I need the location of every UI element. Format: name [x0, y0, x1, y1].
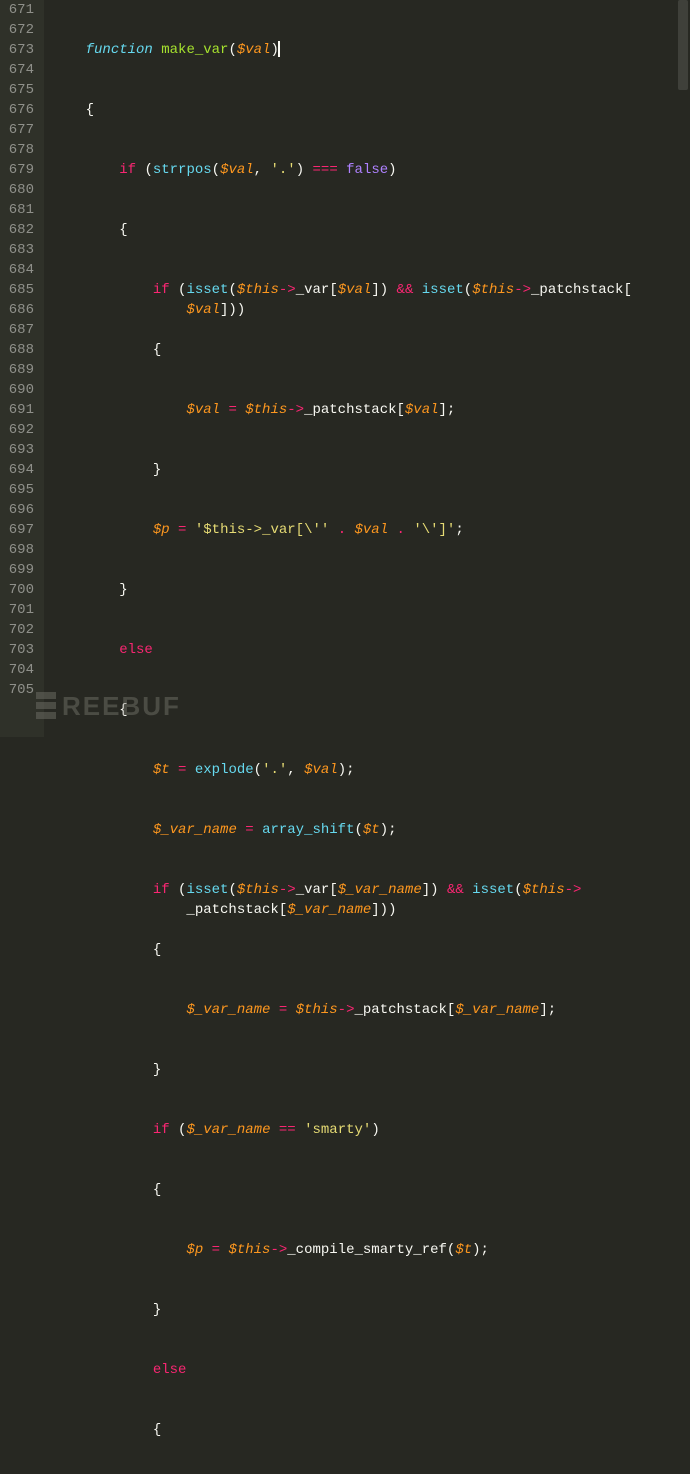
- code-line: {: [52, 1420, 690, 1440]
- line-number: 675: [6, 80, 34, 100]
- line-number: 698: [6, 540, 34, 560]
- line-number: 679: [6, 160, 34, 180]
- keyword-if: if: [119, 162, 136, 178]
- line-number: 677: [6, 120, 34, 140]
- scrollbar-thumb[interactable]: [678, 0, 688, 90]
- code-line: else: [52, 1360, 690, 1380]
- line-number: 689: [6, 360, 34, 380]
- code-line: if (isset($this->_var[$val]) && isset($t…: [52, 280, 690, 300]
- code-editor[interactable]: 6716726736746756766776786796806816826836…: [0, 0, 690, 737]
- line-number: 676: [6, 100, 34, 120]
- code-line: }: [52, 580, 690, 600]
- code-line: }: [52, 1060, 690, 1080]
- line-number-gutter: 6716726736746756766776786796806816826836…: [0, 0, 44, 737]
- line-number: 682: [6, 220, 34, 240]
- line-number: 704: [6, 660, 34, 680]
- var: $val: [237, 42, 271, 58]
- func-name: make_var: [161, 42, 228, 58]
- func: strrpos: [153, 162, 212, 178]
- watermark-text: REEBUF: [62, 696, 181, 716]
- line-number: 692: [6, 420, 34, 440]
- code-line: if (strrpos($val, '.') === false): [52, 160, 690, 180]
- code-line: if (isset($this->_var[$_var_name]) && is…: [52, 880, 690, 900]
- line-number: 696: [6, 500, 34, 520]
- cursor-icon: [278, 41, 280, 57]
- code-line: $p = '$this->_var[\'' . $val . '\']';: [52, 520, 690, 540]
- line-number: 684: [6, 260, 34, 280]
- keyword-function: function: [86, 42, 153, 58]
- line-number: 680: [6, 180, 34, 200]
- code-line: {: [52, 340, 690, 360]
- code-line: $_var_name = array_shift($t);: [52, 820, 690, 840]
- code-line: }: [52, 460, 690, 480]
- line-number: 699: [6, 560, 34, 580]
- code-line: {: [52, 1180, 690, 1200]
- code-line: if ($_var_name == 'smarty'): [52, 1120, 690, 1140]
- watermark-icon: [36, 692, 56, 719]
- line-number: 671: [6, 0, 34, 20]
- line-number: 703: [6, 640, 34, 660]
- line-number: 693: [6, 440, 34, 460]
- line-number: 695: [6, 480, 34, 500]
- code-line: $p = $this->_compile_smarty_ref($t);: [52, 1240, 690, 1260]
- line-number: 691: [6, 400, 34, 420]
- line-number: 674: [6, 60, 34, 80]
- line-number: 705: [6, 680, 34, 700]
- line-number: 687: [6, 320, 34, 340]
- code-line: $_var_name = $this->_patchstack[$_var_na…: [52, 1000, 690, 1020]
- line-number: 686: [6, 300, 34, 320]
- watermark: REEBUF: [36, 692, 181, 719]
- code-line: $val = $this->_patchstack[$val];: [52, 400, 690, 420]
- line-number: 672: [6, 20, 34, 40]
- code-area[interactable]: function make_var($val) { if (strrpos($v…: [44, 0, 690, 737]
- line-number: 681: [6, 200, 34, 220]
- line-number: 678: [6, 140, 34, 160]
- line-number: 685: [6, 280, 34, 300]
- line-number: 690: [6, 380, 34, 400]
- line-number: 701: [6, 600, 34, 620]
- code-line: }: [52, 1300, 690, 1320]
- line-number: 673: [6, 40, 34, 60]
- code-line: else: [52, 640, 690, 660]
- code-line: {: [52, 100, 690, 120]
- line-number: 700: [6, 580, 34, 600]
- line-number: 683: [6, 240, 34, 260]
- code-line: {: [52, 220, 690, 240]
- line-number: 694: [6, 460, 34, 480]
- code-line: $t = explode('.', $val);: [52, 760, 690, 780]
- line-number: 697: [6, 520, 34, 540]
- line-number: 688: [6, 340, 34, 360]
- code-line: {: [52, 940, 690, 960]
- code-line: function make_var($val): [52, 40, 690, 60]
- line-number: 702: [6, 620, 34, 640]
